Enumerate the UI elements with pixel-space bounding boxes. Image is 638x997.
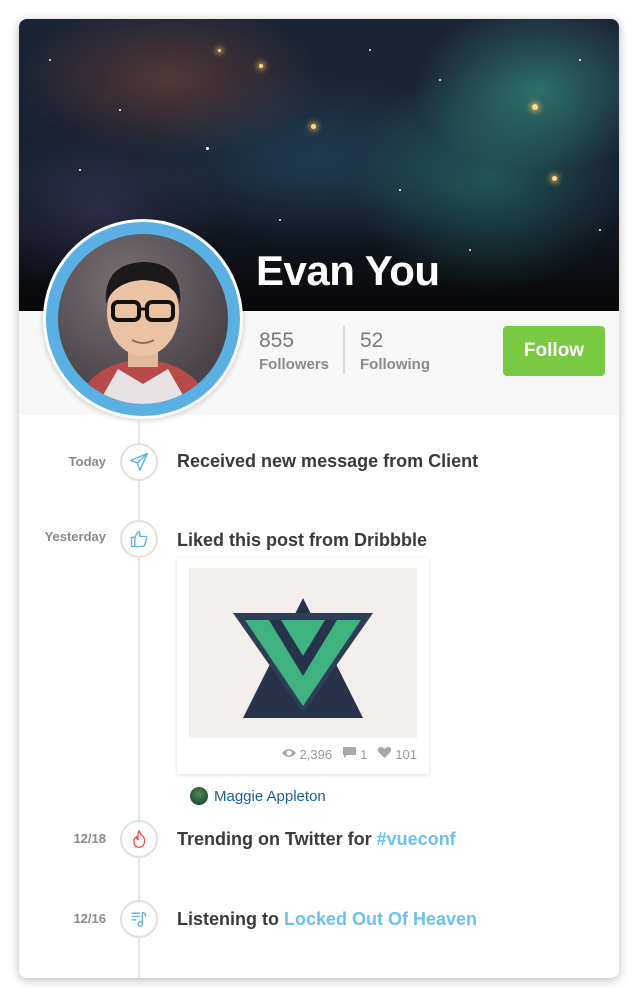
likes-stat: 101	[377, 746, 417, 762]
stats-divider	[343, 326, 345, 374]
profile-name: Evan You	[256, 247, 440, 294]
timeline-date: 12/16	[73, 911, 106, 926]
timeline-date: 12/18	[73, 831, 106, 846]
dribbble-shot-card[interactable]: 2,396 1 101	[177, 558, 429, 774]
timeline-date: Yesterday	[44, 529, 106, 544]
timeline-text: Listening to Locked Out Of Heaven	[177, 909, 477, 930]
dribbble-shot-image[interactable]	[189, 568, 417, 738]
followers-count: 855	[259, 329, 295, 352]
paper-plane-icon	[120, 443, 158, 481]
avatar-portrait	[78, 262, 208, 404]
flame-icon	[120, 820, 158, 858]
avatar-ring	[43, 219, 243, 419]
timeline-text: Received new message from Client	[177, 451, 479, 471]
timeline-text: Liked this post from Dribbble	[177, 530, 428, 550]
author-avatar	[190, 787, 208, 805]
shot-meta: 2,396 1 101	[281, 746, 417, 762]
followers-label: Followers	[259, 356, 330, 373]
heart-icon	[377, 746, 392, 762]
timeline-line	[138, 419, 140, 978]
eye-icon	[281, 747, 297, 762]
views-count: 2,396	[299, 746, 333, 762]
likes-count: 101	[395, 746, 417, 762]
hashtag-link[interactable]: #vueconf	[377, 829, 456, 849]
followers-stat[interactable]: 855 Followers	[259, 329, 329, 373]
following-label: Following	[360, 356, 430, 373]
music-list-icon	[120, 900, 158, 938]
follow-button[interactable]: Follow	[503, 326, 605, 376]
profile-card: Evan You 855 Followers 52 Following Foll…	[19, 19, 619, 978]
views-stat: 2,396	[281, 746, 333, 762]
comment-icon	[342, 746, 357, 762]
thumbs-up-icon	[120, 520, 158, 558]
song-link[interactable]: Locked Out Of Heaven	[284, 909, 477, 929]
comments-stat: 1	[342, 746, 367, 762]
timeline-text-main: Listening to	[177, 909, 284, 929]
avatar[interactable]	[58, 234, 228, 404]
shot-author[interactable]: Maggie Appleton	[190, 787, 326, 805]
following-count: 52	[360, 329, 384, 352]
timeline-text: Trending on Twitter for #vueconf	[177, 829, 456, 850]
comments-count: 1	[360, 746, 368, 762]
timeline-text-main: Trending on Twitter for	[177, 829, 377, 849]
timeline-date: Today	[68, 454, 106, 469]
following-stat[interactable]: 52 Following	[360, 329, 430, 373]
author-name[interactable]: Maggie Appleton	[214, 788, 326, 805]
